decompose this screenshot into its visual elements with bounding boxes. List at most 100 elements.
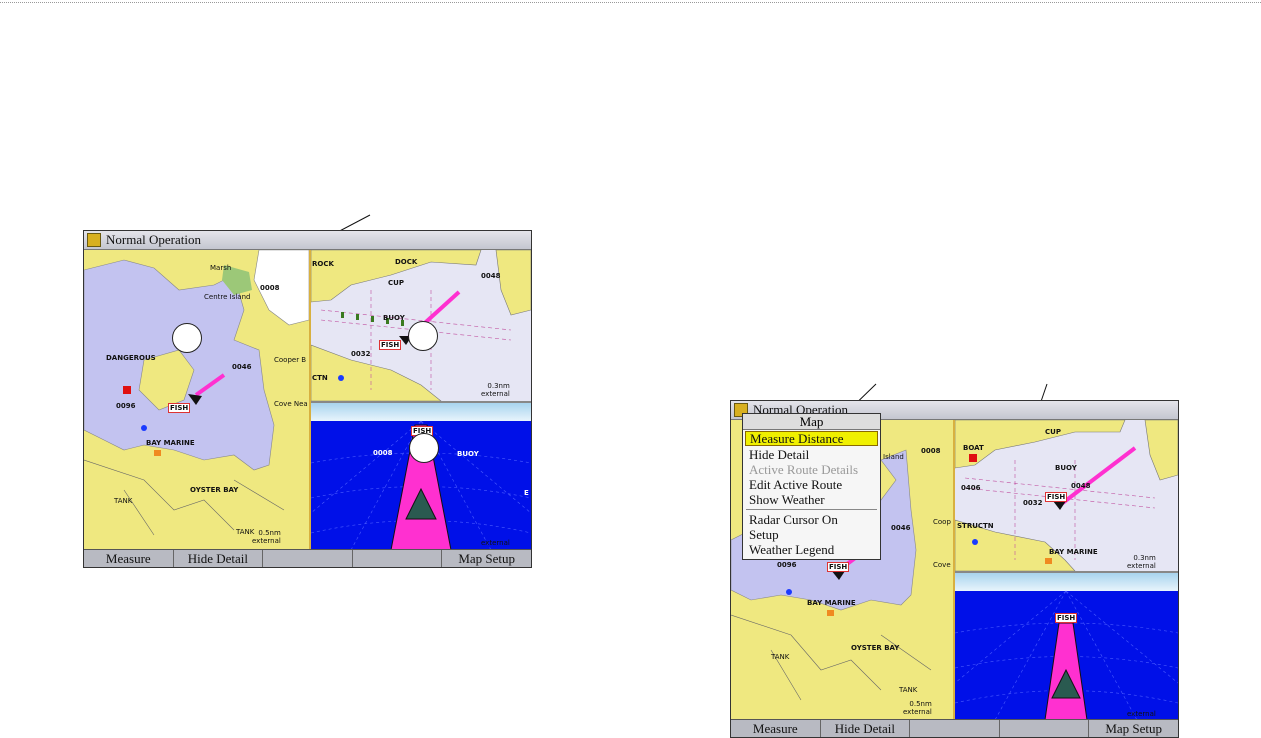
- figure1-navigation-map[interactable]: Centre Island DANGEROUS 0096 0046 BAY MA…: [84, 250, 311, 550]
- fig2-chart-scale-source: external: [1127, 562, 1156, 570]
- figure1-chart-pane[interactable]: DOCK CUP BUOY 0032 0048 CTN ROCK FISH 0.…: [311, 250, 531, 403]
- label-0008: 0008: [260, 284, 280, 292]
- fig2-label-tank-1: TANK: [771, 653, 790, 661]
- chart-scale-value: 0.3nm: [487, 382, 510, 390]
- label-cove-nea: Cove Nea: [274, 400, 308, 408]
- fig2-scale-source: external: [903, 708, 932, 716]
- fig2-chart-label-0048: 0048: [1071, 482, 1091, 490]
- fig2-chart-boat-arrow-icon: [1053, 501, 1066, 510]
- fig2-label-0008: 0008: [921, 447, 941, 455]
- fig2-chart-label-boat: BOAT: [963, 444, 984, 452]
- map-app-icon: [87, 233, 101, 247]
- fig2-label-oyster-bay: OYSTER BAY: [851, 644, 900, 652]
- menu-item-show-weather[interactable]: Show Weather: [743, 492, 880, 507]
- fig2-waypoint-icon: [969, 454, 977, 462]
- figure1-screen: Normal Operation Centre Island DANGEROUS…: [83, 230, 532, 568]
- marina-icon: [154, 450, 161, 456]
- fig2-chart-label-structn: STRUCTN: [957, 522, 994, 530]
- softkey-map-setup[interactable]: Map Setup: [442, 550, 531, 567]
- perspective-label-buoy: BUOY: [457, 450, 479, 458]
- fig2-softkey-measure[interactable]: Measure: [731, 720, 821, 737]
- menu-item-hide-detail[interactable]: Hide Detail: [743, 447, 880, 462]
- fig2-chart-land-east: [1144, 420, 1178, 481]
- chart-label-ctn: CTN: [312, 374, 328, 382]
- fig2-buoy-icon: [786, 589, 792, 595]
- fig2-chart-marina-icon: [1045, 558, 1052, 564]
- chart-label-rock: ROCK: [312, 260, 334, 268]
- menu-item-measure-distance[interactable]: Measure Distance: [745, 431, 878, 446]
- menu-item-radar-cursor-on[interactable]: Radar Cursor On: [743, 512, 880, 527]
- chart-label-dock: DOCK: [395, 258, 418, 266]
- menu-separator: [746, 509, 877, 510]
- chart-label-buoy: BUOY: [383, 314, 405, 322]
- softkey-blank-3[interactable]: [263, 550, 353, 567]
- label-oyster-bay: OYSTER BAY: [190, 486, 239, 494]
- figure2-left-scale: 0.5nm external: [903, 700, 932, 716]
- chart-land-east: [495, 250, 531, 316]
- map-context-menu: Map Measure Distance Hide Detail Active …: [742, 413, 881, 560]
- fig2-perspective-scale: external: [1127, 710, 1156, 718]
- label-tank-1: TANK: [114, 497, 133, 505]
- fig2-softkey-map-setup[interactable]: Map Setup: [1089, 720, 1178, 737]
- fig2-label-bay-marine: BAY MARINE: [807, 599, 856, 607]
- scale-source: external: [252, 537, 281, 545]
- figure2-chart-scale: 0.3nm external: [1127, 554, 1156, 570]
- softkey-measure[interactable]: Measure: [84, 550, 174, 567]
- label-0046: 0046: [232, 363, 252, 371]
- fig2-label-tank-2: TANK: [899, 686, 918, 694]
- fig2-softkey-blank-4[interactable]: [1000, 720, 1090, 737]
- menu-title: Map: [743, 414, 880, 430]
- figure1-title: Normal Operation: [106, 232, 201, 247]
- chart-buoy-icon: [338, 375, 344, 381]
- fig2-perspective-fish-label: FISH: [1055, 613, 1078, 623]
- softkey-blank-4[interactable]: [353, 550, 443, 567]
- chart-scale-source: external: [481, 390, 510, 398]
- label-bay-marine: BAY MARINE: [146, 439, 195, 447]
- fig2-softkey-blank-3[interactable]: [910, 720, 1000, 737]
- perspective-label-e: E: [524, 489, 529, 497]
- callout-circle-2: [408, 321, 438, 351]
- fig2-scale-value: 0.5nm: [909, 700, 932, 708]
- fig2-chart-buoy-icon: [972, 539, 978, 545]
- fish-label: FISH: [168, 403, 191, 413]
- label-centre-island: Centre Island: [204, 293, 251, 301]
- softkey-hide-detail[interactable]: Hide Detail: [174, 550, 264, 567]
- fig2-chart-fish-label: FISH: [1045, 492, 1068, 502]
- scale-value: 0.5nm: [258, 529, 281, 537]
- figure2-softkey-bar: Measure Hide Detail Map Setup: [731, 719, 1178, 737]
- figure2-perspective-pane[interactable]: FISH external: [955, 573, 1178, 720]
- fig2-chart-label-buoy: BUOY: [1055, 464, 1077, 472]
- fig2-marina-icon: [827, 610, 834, 616]
- fig2-chart-label-bay-marine: BAY MARINE: [1049, 548, 1098, 556]
- figure2-perspective-graphics: [955, 573, 1178, 720]
- callout-circle-1: [172, 323, 202, 353]
- waypoint-flag-icon: [123, 386, 131, 394]
- menu-item-weather-legend[interactable]: Weather Legend: [743, 542, 880, 557]
- fig2-chart-course-line: [1058, 446, 1137, 507]
- fig2-chart-label-0032: 0032: [1023, 499, 1043, 507]
- buoy-icon: [141, 425, 147, 431]
- fig2-fish-label: FISH: [827, 562, 850, 572]
- fig2-chart-scale-value: 0.3nm: [1133, 554, 1156, 562]
- fig2-label-0096: 0096: [777, 561, 797, 569]
- label-dangerous: DANGEROUS: [106, 354, 156, 362]
- figure1-perspective-pane[interactable]: FISH 0008 BUOY E external: [311, 403, 531, 550]
- figure2-chart-pane[interactable]: BOAT CUP BUOY 0406 0032 0048 STRUCTN BAY…: [955, 420, 1178, 573]
- chart-fish-label: FISH: [379, 340, 402, 350]
- fig2-chart-label-0406: 0406: [961, 484, 981, 492]
- chart-label-0048: 0048: [481, 272, 501, 280]
- figure1-softkey-bar: Measure Hide Detail Map Setup: [84, 549, 531, 567]
- fig2-label-coop: Coop: [933, 518, 951, 526]
- chart-label-0032: 0032: [351, 350, 371, 358]
- fig2-softkey-hide-detail[interactable]: Hide Detail: [821, 720, 911, 737]
- perspective-scale: external: [481, 539, 510, 547]
- menu-item-edit-active-route[interactable]: Edit Active Route: [743, 477, 880, 492]
- fig2-chart-label-cup: CUP: [1045, 428, 1061, 436]
- chart-label-cup: CUP: [388, 279, 404, 287]
- fig2-label-cove: Cove: [933, 561, 951, 569]
- figure1-left-scale: 0.5nm external: [252, 529, 281, 545]
- menu-item-active-route-details: Active Route Details: [749, 462, 859, 477]
- figure1-titlebar: Normal Operation: [84, 231, 531, 250]
- label-marsh: Marsh: [210, 264, 232, 272]
- menu-item-setup[interactable]: Setup: [743, 527, 880, 542]
